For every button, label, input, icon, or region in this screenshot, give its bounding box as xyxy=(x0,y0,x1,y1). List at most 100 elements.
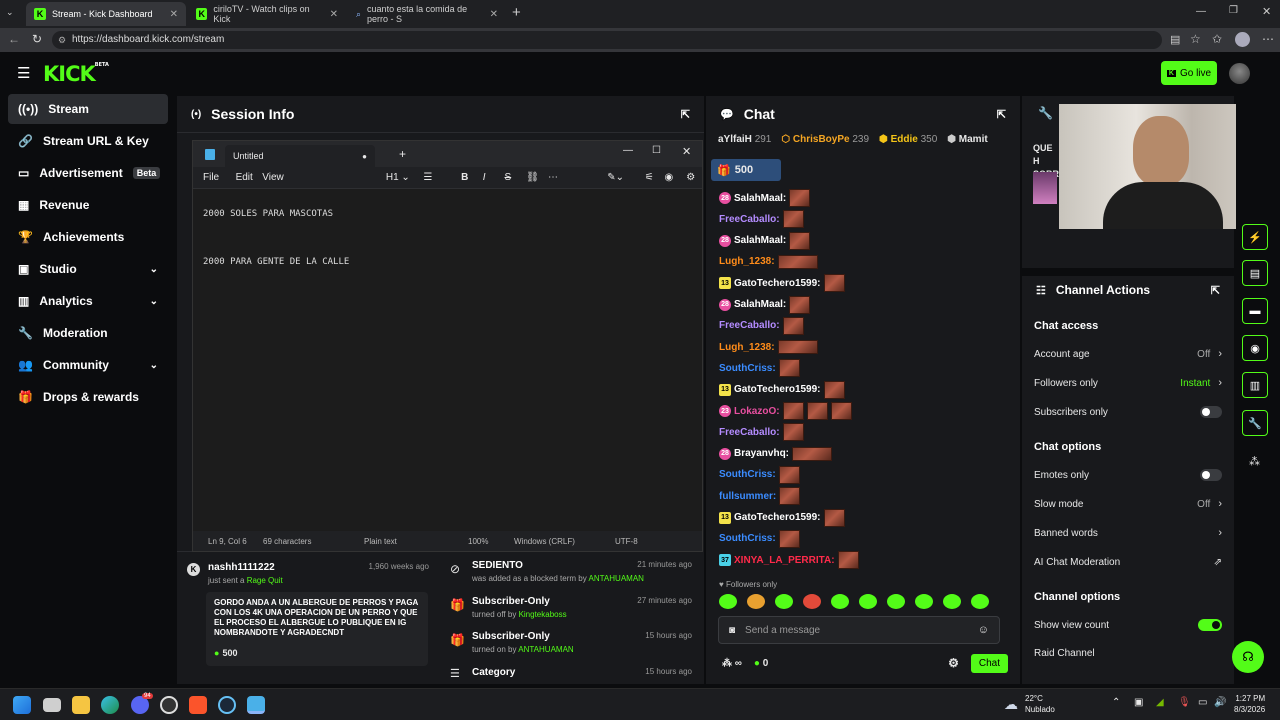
tab-list-chevron-icon[interactable]: ⌄ xyxy=(6,7,14,18)
leaderboard-entry[interactable]: ⬢ Mamit xyxy=(947,134,987,150)
chat-username[interactable]: Brayanvhq: xyxy=(734,448,789,459)
quick-emote-button[interactable] xyxy=(971,594,989,609)
quick-emote-button[interactable] xyxy=(943,594,961,609)
sidebar-item-stream-url-key[interactable]: 🔗 Stream URL & Key xyxy=(8,126,168,156)
tray-chevron-up-icon[interactable]: ⌃ xyxy=(1112,697,1120,708)
go-live-button[interactable]: K Go live xyxy=(1161,61,1217,85)
text-format[interactable]: Plain text xyxy=(364,537,397,546)
chat-username[interactable]: GatoTechero1599: xyxy=(734,512,821,523)
chat-emote-image[interactable] xyxy=(837,551,859,570)
chat-emote-image[interactable] xyxy=(778,529,800,548)
tab-stream-dashboard[interactable]: K Stream - Kick Dashboard ✕ xyxy=(26,2,186,26)
chat-emote-image[interactable] xyxy=(782,423,804,442)
broadcast-icon[interactable]: ◉ xyxy=(1242,335,1268,361)
user-avatar[interactable] xyxy=(1229,63,1250,84)
quick-emote-button[interactable] xyxy=(887,594,905,609)
minimize-window-button[interactable]: — xyxy=(623,145,633,156)
subscribers-only-toggle[interactable] xyxy=(1200,406,1222,418)
settings-gear-icon[interactable]: ⚙ xyxy=(948,656,959,670)
sidebar-item-advertisement[interactable]: ▭ Advertisement Beta xyxy=(8,158,168,188)
new-tab-button[interactable]: + xyxy=(399,147,406,161)
chat-username[interactable]: SalahMaal: xyxy=(734,299,786,310)
ai-chat-moderation-row[interactable]: AI Chat Moderation ⇗ xyxy=(1034,557,1222,568)
link-icon[interactable]: ⛓ xyxy=(526,172,548,183)
chat-username[interactable]: SalahMaal: xyxy=(734,193,786,204)
show-view-count-row[interactable]: Show view count xyxy=(1034,619,1222,631)
more-icon[interactable]: ⋯ xyxy=(548,172,607,183)
profile-avatar[interactable] xyxy=(1235,32,1250,47)
emotes-only-toggle[interactable] xyxy=(1200,469,1222,481)
minimize-window-button[interactable]: — xyxy=(1196,6,1206,17)
maximize-window-button[interactable]: ☐ xyxy=(652,145,661,156)
list-icon[interactable]: ☰ xyxy=(423,172,447,183)
sidebar-item-revenue[interactable]: ▦ Revenue xyxy=(8,190,168,220)
activity-username[interactable]: nashh1111222 xyxy=(208,562,275,573)
kick-logo[interactable]: KICKBETA xyxy=(43,62,109,86)
sidebar-item-achievements[interactable]: 🏆 Achievements xyxy=(8,222,168,252)
tray-app-icon[interactable]: ▣ xyxy=(1134,697,1143,708)
bold-icon[interactable]: B xyxy=(461,172,483,183)
settings-gear-icon[interactable]: ⚙ xyxy=(686,172,702,183)
edge-browser-icon[interactable] xyxy=(101,696,119,714)
strikethrough-icon[interactable]: S xyxy=(505,172,527,183)
community-icon[interactable]: ⁂ xyxy=(1249,455,1260,468)
chat-emote-image[interactable] xyxy=(778,465,800,484)
maximize-window-button[interactable]: ❐ xyxy=(1229,5,1238,16)
chat-emote-image[interactable] xyxy=(823,274,845,293)
notepad-text-area[interactable]: 2000 SOLES PARA MASCOTAS 2000 PARA GENTE… xyxy=(193,189,702,533)
collections-icon[interactable]: ✩ xyxy=(1212,32,1222,46)
chat-emote-image[interactable] xyxy=(806,402,828,420)
help-chat-icon[interactable]: ☊ xyxy=(1232,641,1264,673)
copilot-icon[interactable]: ✎⌄ xyxy=(607,172,645,183)
obs-icon[interactable] xyxy=(160,696,178,714)
quick-emote-button[interactable] xyxy=(719,594,737,609)
brave-browser-icon[interactable] xyxy=(189,696,207,714)
chat-emote-image[interactable] xyxy=(789,295,811,314)
account-icon[interactable]: ◉ xyxy=(664,172,686,183)
wrench-icon[interactable]: 🔧 xyxy=(1242,410,1268,436)
menu-edit[interactable]: Edit xyxy=(236,172,263,183)
sidebar-item-drops-rewards[interactable]: 🎁 Drops & rewards xyxy=(8,382,168,412)
chat-username[interactable]: Lugh_1238: xyxy=(719,342,775,353)
rewrite-icon[interactable]: ⚟ xyxy=(645,172,665,183)
favorite-star-icon[interactable]: ☆ xyxy=(1190,32,1201,46)
lightning-icon[interactable]: ⚡ xyxy=(1242,224,1268,250)
popout-icon[interactable]: ⇱ xyxy=(997,108,1006,121)
weather-widget[interactable]: 22°C Nublado xyxy=(1025,693,1055,715)
site-info-icon[interactable]: ⚙ xyxy=(58,31,66,49)
chat-input[interactable]: ◙ Send a message ☺ xyxy=(718,616,1000,644)
new-tab-button[interactable]: + xyxy=(512,4,521,21)
leaderboard-entry[interactable]: aYlfaiH 291 xyxy=(718,134,771,150)
chat-username[interactable]: Lugh_1238: xyxy=(719,256,775,267)
notepad-icon[interactable] xyxy=(247,696,265,714)
chat-username[interactable]: fullsummer: xyxy=(719,491,776,502)
chat-emote-image[interactable] xyxy=(830,402,852,420)
pinned-card-thumbnail[interactable] xyxy=(1033,172,1057,204)
chat-emote-image[interactable] xyxy=(777,254,818,269)
hamburger-menu-icon[interactable]: ☰ xyxy=(17,64,30,82)
chat-emote-image[interactable] xyxy=(778,359,800,378)
italic-icon[interactable]: I xyxy=(483,172,505,183)
chat-username[interactable]: FreeCaballo: xyxy=(719,320,780,331)
wrench-icon[interactable]: 🔧 xyxy=(1038,106,1053,120)
chat-username[interactable]: LokazoO: xyxy=(734,406,780,417)
chat-emote-image[interactable] xyxy=(782,316,804,335)
zoom-level[interactable]: 100% xyxy=(468,537,488,546)
file-explorer-icon[interactable] xyxy=(72,696,90,714)
chat-send-button[interactable]: Chat xyxy=(970,653,1008,673)
nvidia-icon[interactable]: ◢ xyxy=(1156,697,1164,708)
sidebar-item-analytics[interactable]: ▥ Analytics ⌄ xyxy=(8,286,168,316)
close-window-button[interactable]: ✕ xyxy=(682,145,691,158)
chat-emote-image[interactable] xyxy=(789,231,811,250)
chat-emote-image[interactable] xyxy=(823,508,845,527)
chat-username[interactable]: SouthCriss: xyxy=(719,363,776,374)
leaderboard-entry[interactable]: ⬢ Eddie 350 xyxy=(879,134,937,150)
activity-user[interactable]: Kingtekaboss xyxy=(519,610,567,619)
quick-emote-button[interactable] xyxy=(859,594,877,609)
banned-words-row[interactable]: Banned words › xyxy=(1034,527,1222,539)
slow-mode-row[interactable]: Slow mode Off › xyxy=(1034,498,1222,510)
raid-channel-row[interactable]: Raid Channel xyxy=(1034,648,1222,659)
quick-emote-button[interactable] xyxy=(747,594,765,609)
chat-username[interactable]: FreeCaballo: xyxy=(719,427,780,438)
chat-emote-image[interactable] xyxy=(782,210,804,229)
